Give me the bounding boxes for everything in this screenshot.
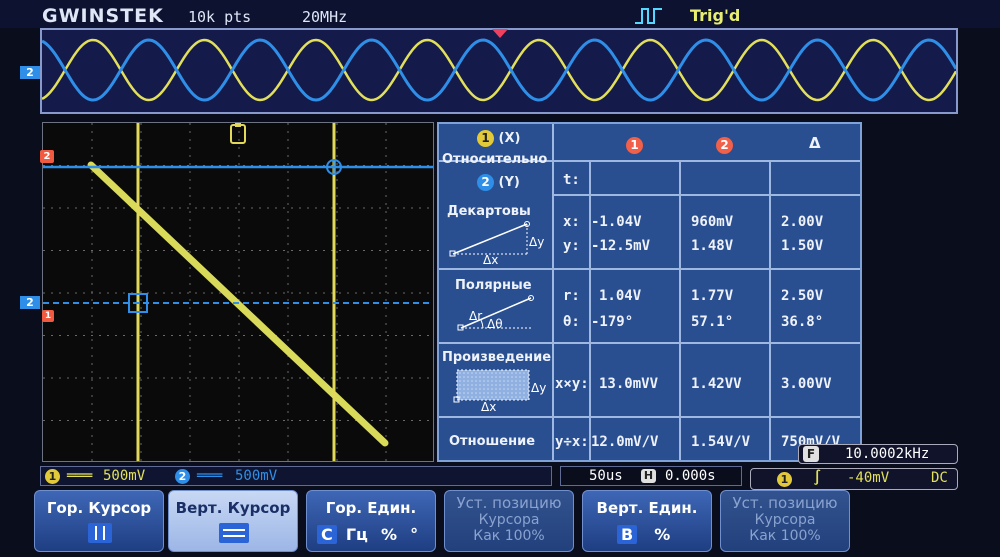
ch1-scale: 500mV — [103, 468, 146, 484]
svg-text:Δr: Δr — [469, 309, 482, 323]
ch1-badge-icon: 1 — [477, 130, 494, 147]
cartesian-x-label: x: — [563, 214, 580, 230]
svg-text:Δy: Δy — [529, 235, 544, 249]
rising-edge-icon: ∫ — [813, 470, 822, 486]
v-unit-percent[interactable]: % — [650, 525, 674, 544]
ch2-badge-icon: 2 — [477, 174, 494, 191]
time-row-label: t: — [563, 172, 580, 188]
product-row-label: x×y: — [555, 376, 589, 392]
delta-theta: 36.8° — [781, 314, 824, 330]
ratio-row-label: y÷x: — [555, 434, 589, 450]
frequency-icon: F — [803, 446, 819, 462]
bandwidth-limit: 20MHz — [302, 8, 348, 26]
record-length: 10k pts — [188, 8, 252, 26]
cursor2-x: 960mV — [691, 214, 734, 230]
trigger-status: Trig'd — [690, 6, 741, 25]
vertical-lines-icon — [88, 523, 112, 543]
polar-diagram-icon: Δr Δθ — [457, 295, 534, 331]
ch2-overview-trace — [42, 38, 956, 102]
softkey-vertical-cursor[interactable]: Верт. Курсор — [168, 490, 298, 552]
cursor1-x: -1.04V — [591, 214, 642, 230]
col-delta-header: Δ — [809, 134, 821, 152]
trigger-source-indicator: 1 — [777, 471, 792, 487]
cursor1-theta: -179° — [591, 314, 634, 330]
delta-x: 2.00V — [781, 214, 824, 230]
ch-ground-marker: 2 — [20, 296, 40, 309]
trigger-edge-icon — [634, 6, 664, 30]
timebase-status: 50us H 0.000s — [560, 466, 742, 486]
cartesian-label: Декартовы — [447, 204, 531, 219]
channel-status-bar: 1 ═══ 500mV 2 ═══ 500mV — [40, 466, 552, 486]
trigger-level: -40mV — [847, 470, 890, 486]
delta-y: 1.50V — [781, 238, 824, 254]
softkey-horizontal-cursor[interactable]: Гор. Курсор — [34, 490, 164, 552]
v-unit-volts[interactable]: В — [617, 525, 638, 544]
trigger-coupling: DC — [931, 470, 948, 486]
frequency-value: 10.0002kHz — [845, 446, 930, 462]
ch1-dc-coupling-icon: ═══ — [67, 468, 93, 484]
ch2-dc-coupling-icon: ═══ — [197, 468, 223, 484]
polar-label: Полярные — [455, 278, 532, 293]
product-label: Произведение — [442, 350, 552, 365]
svg-text:Δx: Δx — [483, 253, 498, 264]
h-unit-degrees[interactable]: ° — [406, 525, 422, 544]
softkey-set-cursor-position-100-v[interactable]: Уст. позицию Курсора Как 100% — [720, 490, 850, 552]
svg-text:Δθ: Δθ — [487, 317, 503, 331]
ch2-scale: 500mV — [235, 468, 278, 484]
delta-product: 3.00VV — [781, 376, 832, 392]
x-axis-label: 1 (X) — [477, 130, 520, 147]
horizontal-position-icon: H — [641, 469, 656, 483]
cursor1-ratio: 12.0mV/V — [591, 434, 659, 450]
cursor2-r: 1.77V — [691, 288, 734, 304]
horizontal-lines-icon — [219, 523, 249, 543]
svg-text:Δy: Δy — [531, 381, 546, 395]
ch2-level-marker: 2 — [40, 150, 54, 163]
h-unit-seconds[interactable]: С — [317, 525, 337, 544]
h-unit-percent[interactable]: % — [377, 525, 401, 544]
cursor-measurement-table: 1 (X) Относительно 2 (Y) 1 2 Δ t: Декарт… — [437, 122, 862, 462]
product-diagram-icon: Δy Δx — [453, 369, 546, 412]
relative-label: Относительно — [442, 152, 548, 167]
col-cursor1-header: 1 — [626, 134, 643, 154]
cursor1-r: 1.04V — [599, 288, 642, 304]
ch1-level-marker: 1 — [42, 310, 54, 322]
y-axis-label: 2 (Y) — [477, 174, 520, 191]
cursor2-theta: 57.1° — [691, 314, 734, 330]
trigger-position-marker — [492, 24, 508, 43]
svg-text:Δx: Δx — [481, 400, 496, 412]
ch2-marker-overview: 2 — [20, 66, 40, 79]
frequency-counter: F 10.0002kHz — [798, 444, 958, 464]
col-cursor2-header: 2 — [716, 134, 733, 154]
delta-r: 2.50V — [781, 288, 824, 304]
trigger-settings: 1 ∫ -40mV DC — [750, 468, 958, 490]
softkey-horizontal-units[interactable]: Гор. Един. С Гц % ° — [306, 490, 436, 552]
h-unit-hertz[interactable]: Гц — [342, 525, 372, 544]
polar-r-label: r: — [563, 288, 580, 304]
ch2-indicator: 2 — [175, 468, 190, 484]
cursor1-y: -12.5mV — [591, 238, 651, 254]
ch1-source-tag-icon — [230, 123, 246, 144]
brand-logo: GWINSTEK — [42, 5, 164, 27]
cartesian-diagram-icon: Δy Δx — [449, 221, 544, 264]
horizontal-position-value: 0.000s — [665, 468, 716, 484]
cursor2-y: 1.48V — [691, 238, 734, 254]
ratio-label: Отношение — [449, 434, 536, 449]
polar-theta-label: θ: — [563, 314, 580, 330]
softkey-set-cursor-position-100-h[interactable]: Уст. позицию Курсора Как 100% — [444, 490, 574, 552]
softkey-vertical-units[interactable]: Верт. Един. В % — [582, 490, 712, 552]
xy-display — [43, 123, 433, 461]
xy-graticule[interactable] — [42, 122, 434, 462]
ch1-indicator: 1 — [45, 468, 60, 484]
cursor2-product: 1.42VV — [691, 376, 742, 392]
cartesian-y-label: y: — [563, 238, 580, 254]
timebase-value: 50us — [589, 468, 623, 484]
cursor2-ratio: 1.54V/V — [691, 434, 751, 450]
cursor1-product: 13.0mVV — [599, 376, 659, 392]
